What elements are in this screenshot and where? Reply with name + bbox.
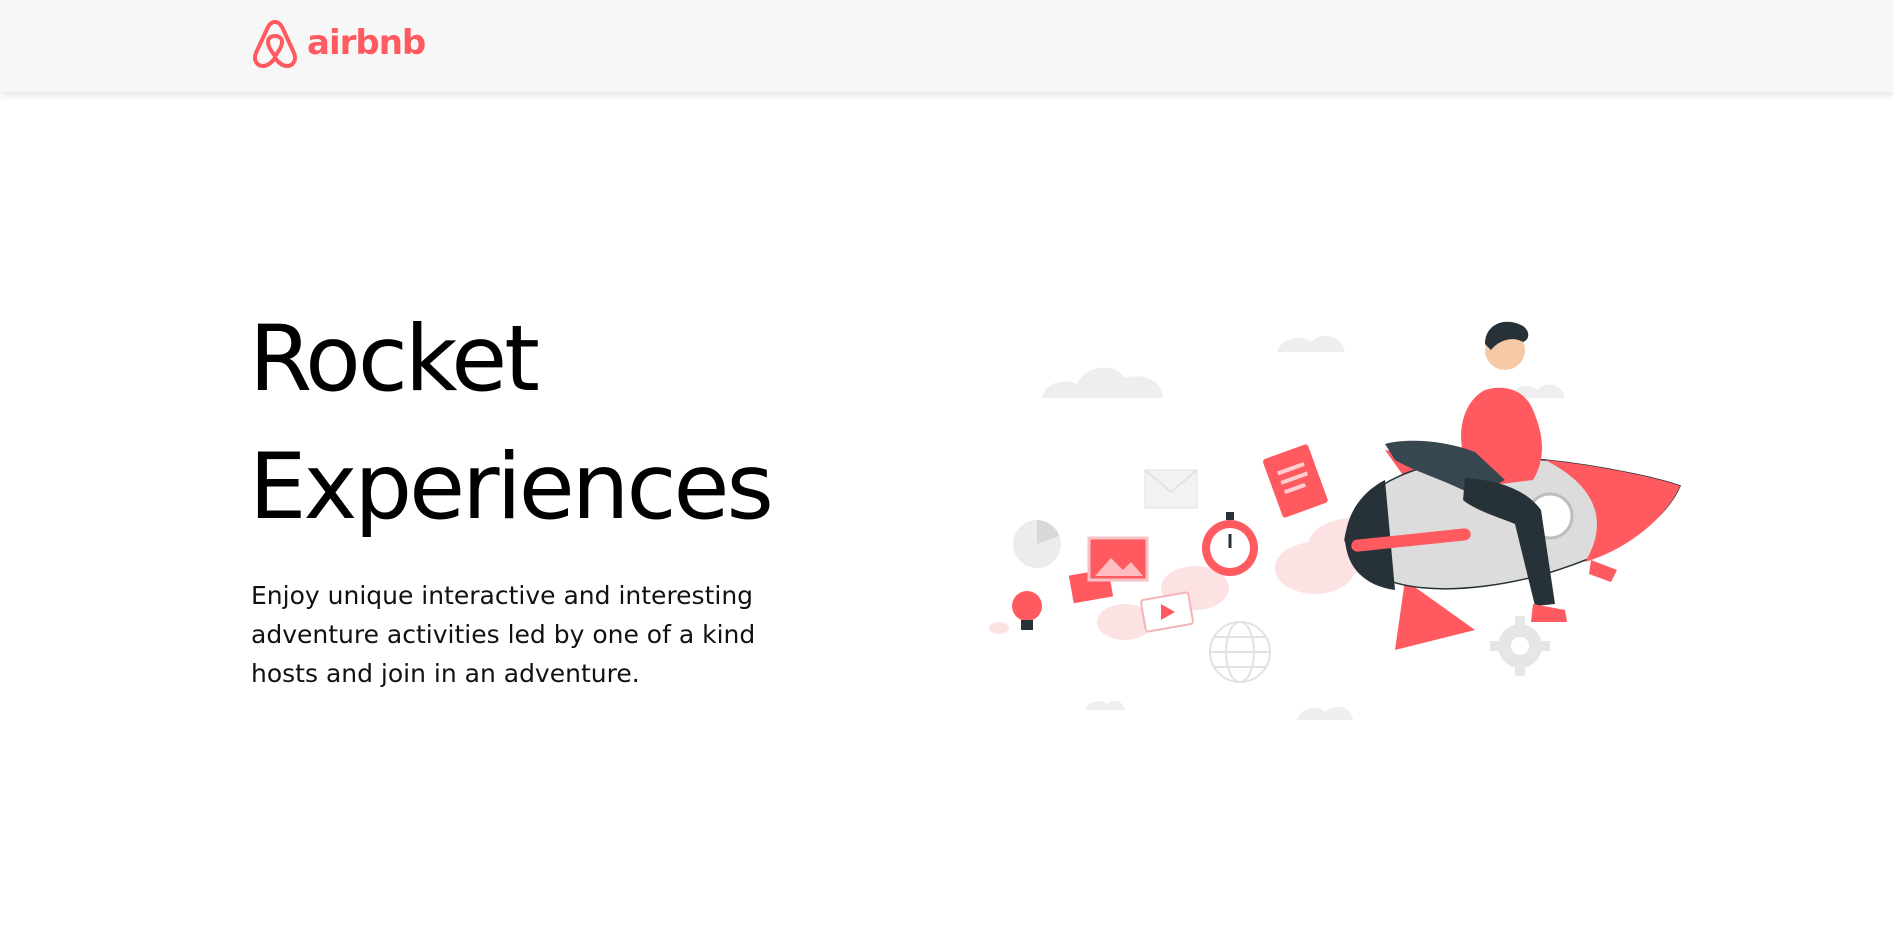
site-header: airbnb <box>0 0 1894 92</box>
rocket-illustration <box>985 310 1685 730</box>
page-title: Rocket Experiences <box>249 296 774 552</box>
gear-icon <box>1490 616 1550 676</box>
lightbulb-icon <box>1012 591 1042 630</box>
video-icon <box>1140 591 1194 633</box>
title-line-1: Rocket <box>249 307 540 412</box>
pie-chart-icon <box>1013 520 1061 568</box>
globe-icon <box>1209 621 1271 683</box>
envelope-icon <box>1144 469 1198 509</box>
document-icon <box>1263 444 1328 518</box>
picture-icon <box>1068 536 1149 604</box>
logo-wordmark: airbnb <box>307 23 426 63</box>
airbnb-logo-link[interactable]: airbnb <box>251 16 426 70</box>
stopwatch-icon <box>1202 512 1258 576</box>
title-line-2: Experiences <box>249 435 774 540</box>
hero-description: Enjoy unique interactive and interesting… <box>251 581 756 688</box>
airbnb-logo-icon <box>251 16 299 70</box>
